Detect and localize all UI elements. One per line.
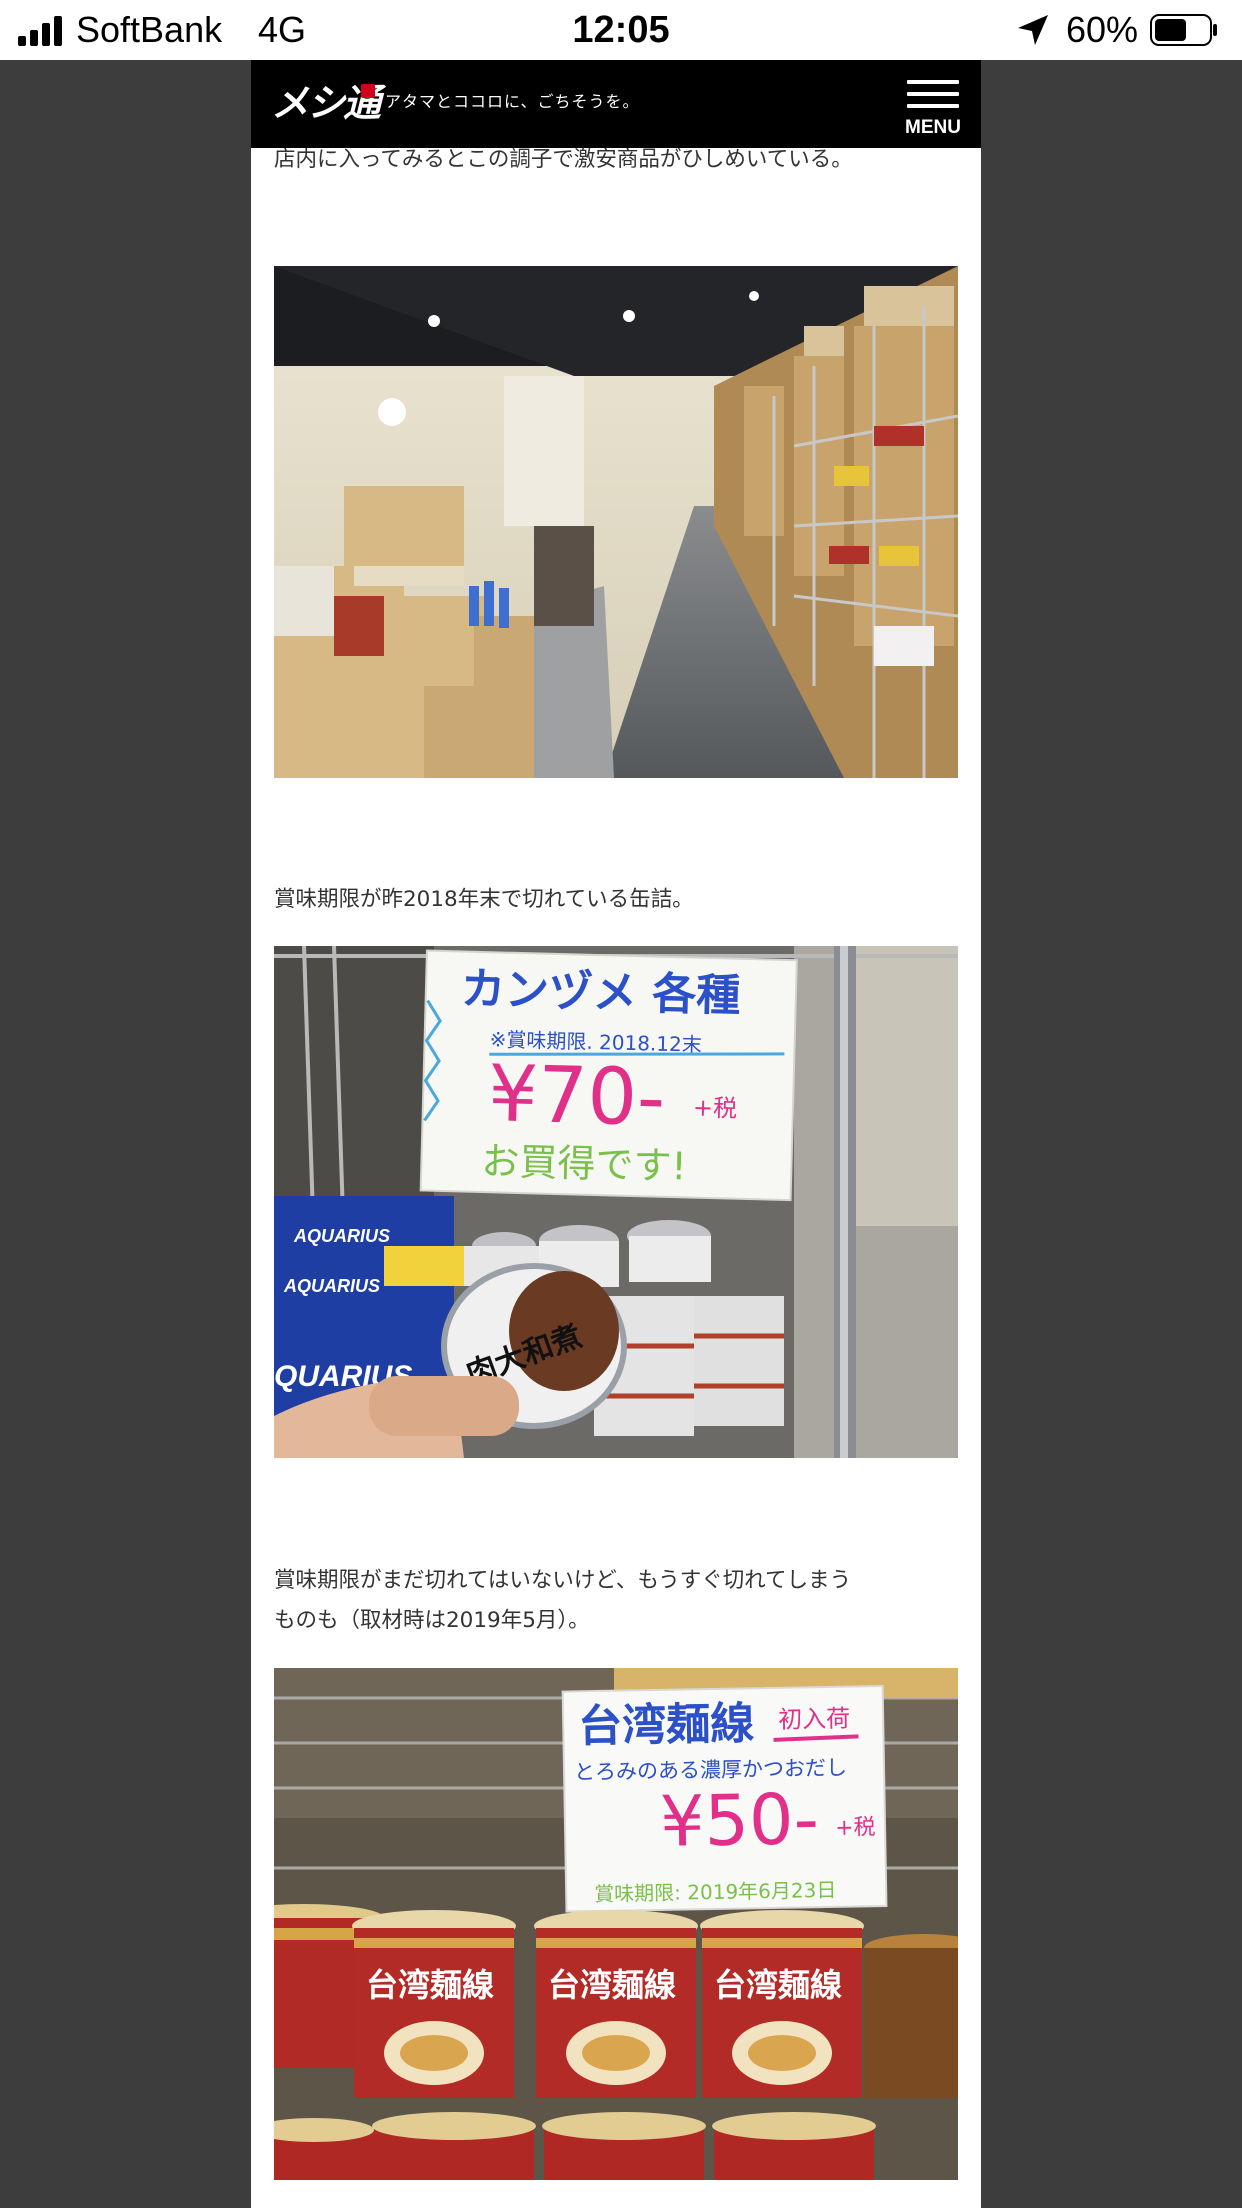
site-header: メシ通 アタマとココロに、ごちそうを。 MENU: [251, 60, 981, 148]
hamburger-icon-bar-3: [907, 104, 959, 108]
status-bar: SoftBank 4G 12:05 60%: [0, 0, 1242, 60]
logo-red-square: [361, 84, 375, 98]
sign-title: 台湾麺線: [578, 1698, 755, 1752]
sign-note: お買得です!: [481, 1139, 687, 1188]
sign-price: ¥70-: [487, 1049, 666, 1144]
cup-label: 台湾麺線: [548, 1966, 676, 2004]
sign-badge: 初入荷: [778, 1705, 850, 1734]
article-paragraph: 賞味期限が昨2018年末で切れている缶詰。: [274, 887, 694, 912]
article-paragraph-line-2: ものも（取材時は2019年5月）。: [274, 1608, 590, 1633]
cup-label: 台湾麺線: [366, 1966, 494, 2004]
svg-text:AQUARIUS: AQUARIUS: [283, 1276, 380, 1296]
sign-tax: +税: [835, 1815, 876, 1841]
sign-title: カンヅメ 各種: [460, 963, 741, 1021]
canned-goods-image: AQUARIUS AQUARIUS QUARIUS カンヅメ 各種 ※賞味期限.…: [274, 946, 958, 1458]
hamburger-icon-bar-2: [907, 92, 959, 96]
location-arrow-icon: [1018, 15, 1048, 45]
store-aisle-image: [274, 266, 958, 778]
taiwan-noodle-image: 台湾麺線 初入荷 とろみのある濃厚かつおだし ¥50- +税 賞味期限: 201…: [274, 1668, 958, 2180]
site-logo[interactable]: メシ通: [271, 72, 381, 134]
site-tagline: アタマとココロに、ごちそうを。: [385, 92, 640, 111]
canned-goods-photo: AQUARIUS AQUARIUS QUARIUS カンヅメ 各種 ※賞味期限.…: [274, 946, 958, 1458]
hamburger-icon-bar-1: [907, 80, 959, 84]
clock: 12:05: [572, 9, 670, 51]
cup-label: 台湾麺線: [714, 1966, 842, 2004]
logo-wordmark: メシ通: [271, 80, 381, 125]
menu-label: MENU: [905, 117, 961, 138]
sign-price: ¥50-: [659, 1778, 819, 1863]
svg-text:AQUARIUS: AQUARIUS: [293, 1226, 390, 1246]
menu-button[interactable]: MENU: [893, 66, 973, 146]
article-page: メシ通 アタマとココロに、ごちそうを。 MENU 店内に入ってみるとこの調子で激…: [251, 60, 981, 2208]
article-paragraph-line-1: 賞味期限がまだ切れてはいないけど、もうすぐ切れてしまう: [274, 1568, 852, 1593]
taiwan-noodle-photo: 台湾麺線 初入荷 とろみのある濃厚かつおだし ¥50- +税 賞味期限: 201…: [274, 1668, 958, 2180]
battery-percent: 60%: [1066, 9, 1139, 50]
store-interior-photo: [274, 266, 958, 778]
sign-tax: +税: [693, 1094, 738, 1123]
sign-expiry: 賞味期限: 2019年6月23日: [594, 1878, 837, 1906]
battery-icon: [1150, 14, 1217, 46]
